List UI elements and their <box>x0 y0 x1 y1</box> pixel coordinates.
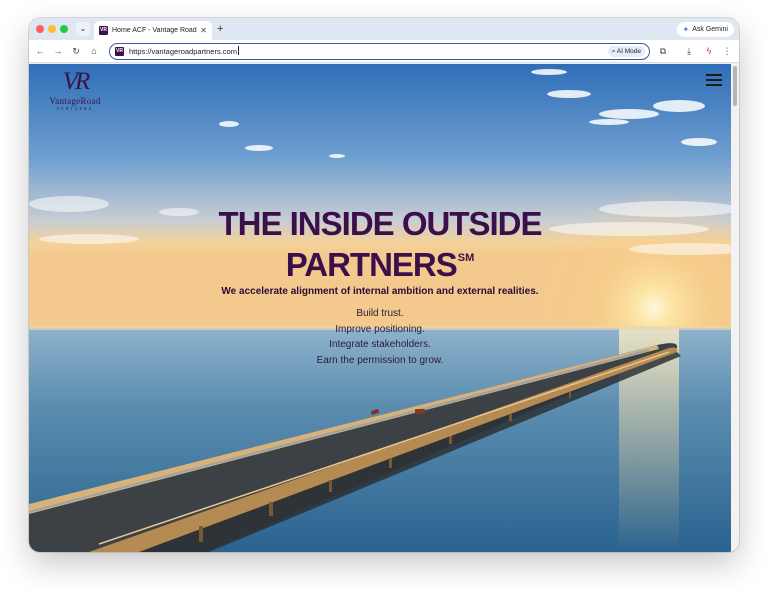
logo-subtitle: PARTNERS <box>57 106 93 111</box>
home-button[interactable]: ⌂ <box>87 44 101 58</box>
ai-mode-label: AI Mode <box>616 48 641 55</box>
headline-line-1: THE INSIDE OUTSIDE <box>218 205 542 242</box>
ai-mode-button[interactable]: ⌕ AI Mode <box>607 46 645 57</box>
pinned-extension-icon[interactable]: ϟ <box>703 45 715 57</box>
headline-line-2: PARTNERSSM <box>285 246 475 283</box>
site-favicon-icon: VR <box>115 47 124 56</box>
hero-tagline: We accelerate alignment of internal ambi… <box>221 286 539 297</box>
hero-headline: THE INSIDE OUTSIDE PARTNERSSM <box>29 206 731 282</box>
ask-gemini-button[interactable]: ✦ Ask Gemini <box>676 22 734 37</box>
browser-window: ⌄ VR Home ACF - Vantage Road Pa ✕ + ✦ As… <box>29 18 739 552</box>
tab-favicon-icon: VR <box>99 26 108 35</box>
tab-title: Home ACF - Vantage Road Pa <box>112 27 197 34</box>
hero-point: Integrate stakeholders. <box>329 339 431 350</box>
browser-toolbar: ← → ↻ ⌂ VR https://vantageroadpartners.c… <box>29 40 739 63</box>
logo-wordmark: VantageRoad <box>49 96 101 106</box>
logo-monogram: VR <box>62 68 91 95</box>
maximize-window-button[interactable] <box>60 25 68 33</box>
search-icon: ⌕ <box>611 48 616 55</box>
hero-points: Build trust. Improve positioning. Integr… <box>29 306 731 368</box>
site-logo[interactable]: VR VantageRoad PARTNERS <box>35 68 115 111</box>
hero-point: Improve positioning. <box>335 323 425 335</box>
gemini-sparkle-icon: ✦ <box>682 25 690 34</box>
download-icon[interactable]: ⤓ <box>683 45 695 57</box>
ask-gemini-label: Ask Gemini <box>692 26 728 33</box>
page-viewport: VR VantageRoad PARTNERS THE INSIDE OUTSI… <box>29 64 731 552</box>
tab-bar: ⌄ VR Home ACF - Vantage Road Pa ✕ + ✦ As… <box>29 18 739 40</box>
back-button[interactable]: ← <box>33 44 47 58</box>
address-bar[interactable]: VR https://vantageroadpartners.com ⌕ AI … <box>109 43 650 60</box>
active-tab[interactable]: VR Home ACF - Vantage Road Pa ✕ <box>94 21 212 40</box>
new-tab-button[interactable]: + <box>217 22 223 36</box>
reload-button[interactable]: ↻ <box>69 44 83 58</box>
forward-button[interactable]: → <box>51 44 65 58</box>
scrollbar-thumb[interactable] <box>733 66 737 106</box>
tab-search-button[interactable]: ⌄ <box>76 22 90 36</box>
minimize-window-button[interactable] <box>48 25 56 33</box>
hero-point: Build trust. <box>356 308 404 319</box>
hero-point: Earn the permission to grow. <box>316 354 444 366</box>
hamburger-menu-icon[interactable] <box>706 74 722 86</box>
extensions-icon[interactable]: ⧉ <box>657 45 669 57</box>
service-mark: SM <box>457 252 475 264</box>
browser-menu-icon[interactable]: ⋮ <box>721 45 733 57</box>
page-scrollbar[interactable] <box>731 64 739 552</box>
close-window-button[interactable] <box>36 25 44 33</box>
tab-close-icon[interactable]: ✕ <box>200 26 207 35</box>
address-url[interactable]: https://vantageroadpartners.com <box>129 46 239 57</box>
